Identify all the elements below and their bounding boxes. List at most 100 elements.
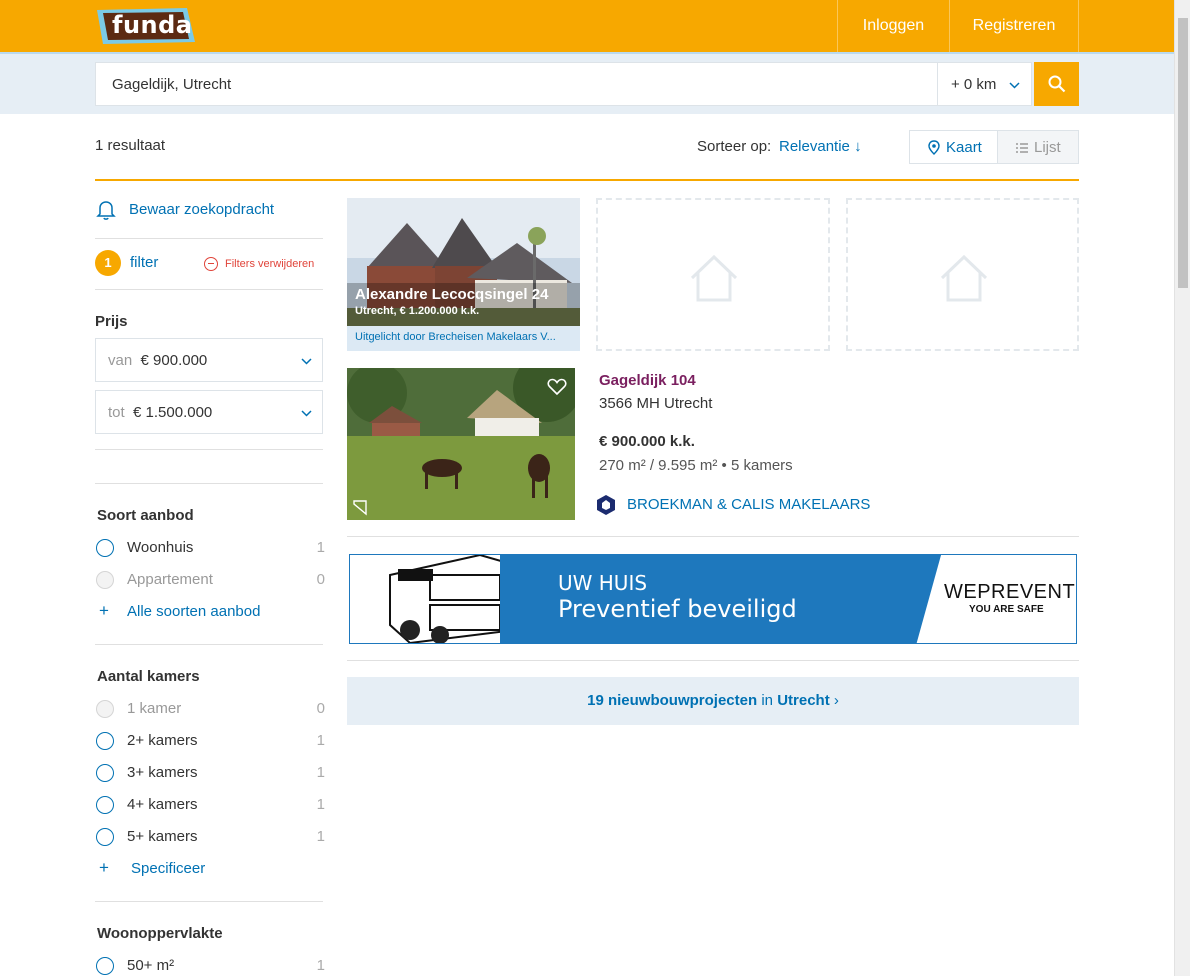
- price-to-select[interactable]: tot € 1.500.000: [95, 390, 323, 434]
- agent-logo-icon: [597, 495, 615, 515]
- divider: [347, 660, 1079, 661]
- chevron-down-icon: [301, 358, 312, 365]
- ad-line1: UW HUIS: [558, 571, 648, 595]
- listing-house-photo: [347, 368, 575, 520]
- rooms-label[interactable]: 4+ kamers: [127, 796, 197, 813]
- search-bar: Gageldijk, Utrecht + 0 km: [0, 52, 1174, 114]
- map-pin-icon: [928, 140, 940, 155]
- featured-listing-card[interactable]: Alexandre Lecocqsingel 24 Utrecht, € 1.2…: [347, 198, 580, 351]
- nieuwbouw-count: 19 nieuwbouwprojecten: [587, 692, 758, 709]
- type-count: 1: [316, 539, 325, 556]
- type-radio-appartement: [96, 571, 114, 589]
- divider: [95, 644, 323, 645]
- divider: [95, 238, 323, 239]
- result-count: 1 resultaat: [95, 137, 166, 154]
- logo-text: funda: [112, 11, 193, 39]
- ad-brand: WEPREVENT: [944, 581, 1076, 603]
- type-label[interactable]: Woonhuis: [127, 539, 193, 556]
- view-map-label: Kaart: [946, 139, 982, 156]
- featured-title: Alexandre Lecocqsingel 24: [355, 286, 549, 303]
- ad-tagline: YOU ARE SAFE: [969, 604, 1044, 615]
- divider: [95, 901, 323, 902]
- divider: [95, 289, 323, 290]
- price-to-prefix: tot: [108, 404, 125, 421]
- type-label: Appartement: [127, 571, 213, 588]
- login-button[interactable]: Inloggen: [837, 0, 949, 52]
- price-from-select[interactable]: van € 900.000: [95, 338, 323, 382]
- rooms-label: 1 kamer: [127, 700, 182, 717]
- plus-icon: +: [99, 601, 109, 620]
- results-divider: [95, 179, 1079, 181]
- top-header: funda Inloggen Registreren: [0, 0, 1174, 52]
- listing-address-link[interactable]: Gageldijk 104: [599, 372, 696, 389]
- search-button[interactable]: [1034, 62, 1079, 106]
- nieuwbouw-city: Utrecht: [777, 692, 830, 709]
- sort-value: Relevantie: [779, 138, 850, 155]
- remove-filters-link[interactable]: Filters verwijderen: [225, 258, 314, 270]
- view-map-button[interactable]: Kaart: [909, 130, 998, 164]
- scrollbar-thumb[interactable]: [1178, 18, 1188, 288]
- rooms-label[interactable]: 2+ kamers: [127, 732, 197, 749]
- rooms-radio[interactable]: [96, 732, 114, 750]
- rooms-label[interactable]: 5+ kamers: [127, 828, 197, 845]
- nieuwbouw-link[interactable]: 19 nieuwbouwprojecten in Utrecht ›: [347, 677, 1079, 725]
- ad-line2: Preventief beveiligd: [558, 595, 797, 623]
- price-heading: Prijs: [95, 313, 128, 330]
- area-radio[interactable]: [96, 957, 114, 975]
- rooms-label[interactable]: 3+ kamers: [127, 764, 197, 781]
- radius-select[interactable]: + 0 km: [937, 62, 1032, 106]
- rooms-radio[interactable]: [96, 796, 114, 814]
- ad-banner[interactable]: UW HUIS Preventief beveiligd WEPREVENT Y…: [349, 554, 1077, 644]
- remove-circle-icon: [204, 257, 218, 271]
- rooms-count: 1: [316, 732, 325, 749]
- house-placeholder-icon: [940, 254, 988, 302]
- chevron-down-icon: [301, 410, 312, 417]
- sort-select[interactable]: Relevantie ↓: [779, 138, 862, 155]
- bell-icon: [96, 201, 116, 220]
- location-search-input[interactable]: Gageldijk, Utrecht: [95, 62, 938, 106]
- chevron-right-icon: ›: [833, 692, 839, 709]
- area-heading: Woonoppervlakte: [97, 925, 223, 942]
- filter-label: filter: [130, 254, 159, 271]
- view-list-label: Lijst: [1034, 139, 1061, 156]
- all-types-link[interactable]: Alle soorten aanbod: [127, 603, 260, 620]
- divider: [95, 449, 323, 450]
- rooms-radio[interactable]: [96, 764, 114, 782]
- rooms-heading: Aantal kamers: [97, 668, 200, 685]
- bookmark-icon[interactable]: [353, 500, 369, 516]
- ad-house-illustration: [350, 555, 520, 643]
- sort-label: Sorteer op:: [697, 138, 772, 155]
- house-placeholder-icon: [690, 254, 738, 302]
- rooms-count: 1: [316, 828, 325, 845]
- featured-promo: Uitgelicht door Brecheisen Makelaars V..…: [355, 331, 556, 343]
- nieuwbouw-in: in: [761, 692, 774, 709]
- type-radio-woonhuis[interactable]: [96, 539, 114, 557]
- listing-price: € 900.000 k.k.: [599, 433, 695, 450]
- price-to-value: € 1.500.000: [133, 404, 213, 421]
- search-icon: [1048, 75, 1066, 93]
- sort-arrow-icon: ↓: [854, 138, 862, 155]
- listing-postal: 3566 MH Utrecht: [599, 395, 713, 412]
- save-search-link[interactable]: Bewaar zoekopdracht: [129, 201, 274, 218]
- chevron-down-icon: [1009, 82, 1020, 89]
- heart-icon[interactable]: [547, 378, 567, 396]
- page-scrollbar[interactable]: [1174, 0, 1190, 976]
- price-from-prefix: van: [108, 352, 133, 369]
- listing-specs: 270 m² / 9.595 m² • 5 kamers: [599, 457, 793, 474]
- specify-rooms-link[interactable]: Specificeer: [131, 860, 205, 877]
- list-icon: [1016, 143, 1028, 153]
- placeholder-card: [846, 198, 1079, 351]
- rooms-radio[interactable]: [96, 828, 114, 846]
- view-list-button[interactable]: Lijst: [997, 130, 1079, 164]
- area-label[interactable]: 50+ m²: [127, 957, 174, 974]
- rooms-count: 1: [316, 764, 325, 781]
- listing-photo[interactable]: [347, 368, 575, 520]
- rooms-radio: [96, 700, 114, 718]
- filter-count-badge: 1: [95, 250, 121, 276]
- placeholder-card: [596, 198, 830, 351]
- rooms-count: 1: [316, 796, 325, 813]
- rooms-count: 0: [316, 700, 325, 717]
- agent-link[interactable]: BROEKMAN & CALIS MAKELAARS: [627, 496, 870, 513]
- register-button[interactable]: Registreren: [949, 0, 1079, 52]
- plus-icon: +: [99, 858, 109, 877]
